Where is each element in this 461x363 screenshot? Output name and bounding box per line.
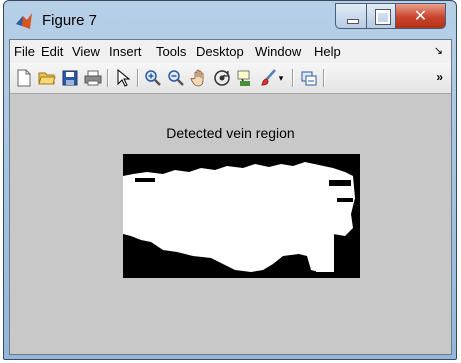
minimize-icon bbox=[347, 19, 359, 24]
zoom-out-icon[interactable] bbox=[166, 68, 186, 88]
close-button[interactable]: ✕ bbox=[395, 3, 446, 29]
save-icon[interactable] bbox=[60, 68, 80, 88]
minimize-button[interactable] bbox=[335, 3, 367, 29]
menu-edit[interactable]: Edit bbox=[41, 44, 63, 59]
toolbar-separator bbox=[323, 69, 325, 87]
menu-tools[interactable]: Tools bbox=[156, 44, 186, 59]
close-icon: ✕ bbox=[413, 6, 428, 25]
menu-file[interactable]: File bbox=[14, 44, 35, 59]
maximize-icon bbox=[375, 9, 391, 25]
rotate-3d-icon[interactable] bbox=[212, 68, 232, 88]
edit-plot-icon[interactable] bbox=[113, 68, 133, 88]
link-plot-icon[interactable] bbox=[299, 68, 319, 88]
pan-icon[interactable] bbox=[189, 68, 209, 88]
figure-window: Figure 7 ✕ File Edit View Insert Tools D… bbox=[3, 0, 457, 360]
toolbar-separator bbox=[107, 69, 109, 87]
menu-help[interactable]: Help bbox=[314, 44, 341, 59]
toolbar-overflow-icon[interactable]: » bbox=[436, 70, 443, 84]
menu-view[interactable]: View bbox=[72, 44, 100, 59]
menu-insert[interactable]: Insert bbox=[109, 44, 142, 59]
menu-desktop[interactable]: Desktop bbox=[196, 44, 244, 59]
figure-title: Detected vein region bbox=[166, 125, 295, 141]
menu-window[interactable]: Window bbox=[255, 44, 301, 59]
print-icon[interactable] bbox=[83, 68, 103, 88]
brush-icon[interactable] bbox=[258, 68, 278, 88]
figure-toolbar: ▾ » bbox=[10, 63, 451, 94]
data-cursor-icon[interactable] bbox=[235, 68, 255, 88]
window-title: Figure 7 bbox=[42, 12, 98, 29]
new-figure-icon[interactable] bbox=[14, 68, 34, 88]
toolbar-separator bbox=[137, 69, 139, 87]
figure-client-area: File Edit View Insert Tools Desktop Wind… bbox=[9, 39, 452, 355]
maximize-button[interactable] bbox=[366, 3, 396, 29]
title-bar[interactable]: Figure 7 ✕ bbox=[4, 1, 456, 39]
zoom-in-icon[interactable] bbox=[143, 68, 163, 88]
open-file-icon[interactable] bbox=[37, 68, 57, 88]
chevron-down-icon[interactable]: ▾ bbox=[276, 68, 286, 88]
menu-bar: File Edit View Insert Tools Desktop Wind… bbox=[10, 40, 451, 64]
matlab-icon bbox=[16, 13, 32, 29]
vein-region-image bbox=[123, 154, 360, 278]
toolbar-separator bbox=[292, 69, 294, 87]
menu-overflow-icon[interactable]: ↘ bbox=[434, 44, 443, 57]
